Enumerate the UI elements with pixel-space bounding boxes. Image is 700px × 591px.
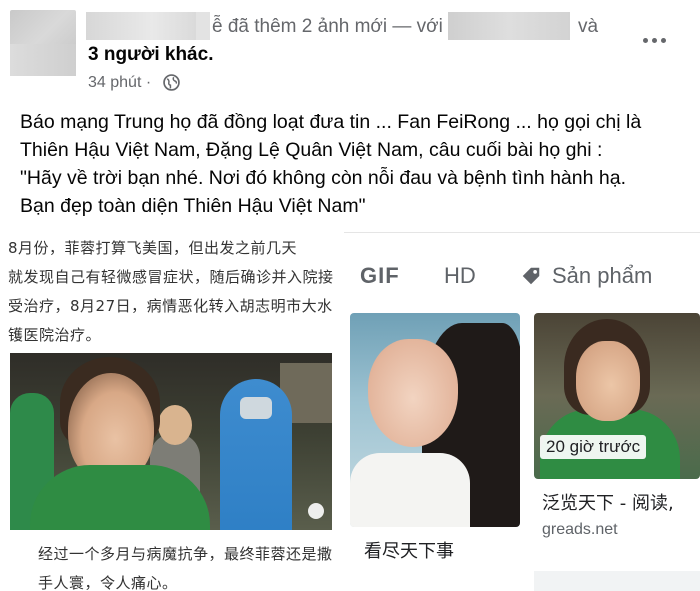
- post-photo-article[interactable]: 8月份，菲蓉打算飞美国，但出发之前几天 就发现自己有轻微感冒症状，随后确诊并入院…: [0, 230, 340, 591]
- portrait-ao-dai: [350, 453, 470, 527]
- bystander-middle-head: [158, 405, 192, 445]
- post-timestamp[interactable]: 34 phút ·: [88, 74, 151, 92]
- video-badge-icon: [308, 503, 324, 519]
- author-name-redacted-tail: [196, 12, 210, 40]
- filter-product-label: Sản phẩm: [552, 263, 653, 288]
- tagged-name-redacted[interactable]: [448, 12, 570, 40]
- filter-product[interactable]: Sản phẩm: [520, 263, 652, 289]
- photo-face: [576, 341, 640, 421]
- result-caption-left[interactable]: 看尽天下事: [364, 537, 454, 563]
- result-time-badge: 20 giờ trước: [540, 435, 647, 459]
- result-card-left[interactable]: [350, 313, 520, 527]
- portrait-face: [368, 339, 458, 447]
- and-text: và: [578, 16, 599, 37]
- more-options-button[interactable]: [636, 26, 672, 54]
- post-line: Báo mạng Trung họ đã đồng loạt đưa tin .…: [20, 111, 642, 133]
- article-line: 经过一个多月与病魔抗争，最终菲蓉还是撒: [38, 545, 333, 563]
- post-body: Báo mạng Trung họ đã đồng loạt đưa tin .…: [20, 108, 690, 220]
- article-photo: [10, 353, 332, 530]
- post-header: ễ đã thêm 2 ảnh mới — với và 3 người khá…: [0, 0, 700, 100]
- main-person-shirt: [30, 465, 210, 530]
- article-line: 8月份，菲蓉打算飞美国，但出发之前几天: [8, 239, 298, 257]
- filter-gif[interactable]: GIF: [360, 263, 400, 289]
- article-text-top: 8月份，菲蓉打算飞美国，但出发之前几天 就发现自己有轻微感冒症状，随后确诊并入院…: [8, 234, 338, 350]
- result-caption-right[interactable]: 泛览天下 - 阅读,: [542, 489, 674, 515]
- medical-worker-visor: [240, 397, 272, 419]
- more-dot: [660, 37, 666, 43]
- article-line: 受治疗，8月27日，病情恶化转入胡志明市大水: [8, 297, 333, 315]
- result-card-right[interactable]: 20 giờ trước: [534, 313, 700, 479]
- post-action-text: ễ đã thêm 2 ảnh mới — với: [212, 16, 443, 37]
- tag-icon: [522, 267, 540, 285]
- result-source-right: greads.net: [542, 521, 618, 538]
- filter-hd[interactable]: HD: [444, 263, 476, 289]
- article-text-bottom: 经过一个多月与病魔抗争，最终菲蓉还是撒 手人寰，令人痛心。: [38, 540, 338, 591]
- article-line: 手人寰，令人痛心。: [38, 574, 178, 591]
- post-photo-search-results[interactable]: GIF HD Sản phẩm 看尽天下事 20 giờ trước 泛览天下 …: [344, 232, 700, 591]
- avatar[interactable]: [10, 10, 76, 76]
- post-line: "Hãy về trời bạn nhé. Nơi đó không còn n…: [20, 167, 626, 189]
- next-result-hint: [534, 571, 700, 591]
- post-line: Thiên Hậu Việt Nam, Đặng Lệ Quân Việt Na…: [20, 139, 603, 161]
- more-options-icon: [642, 37, 648, 43]
- article-line: 就发现自己有轻微感冒症状，随后确诊并入院接: [8, 268, 334, 286]
- search-filter-bar: GIF HD Sản phẩm: [344, 233, 700, 313]
- more-dot: [651, 37, 657, 43]
- post-line: Bạn đẹp toàn diện Thiên Hậu Việt Nam": [20, 195, 366, 217]
- author-name-redacted[interactable]: [86, 12, 196, 40]
- globe-icon: [163, 74, 180, 91]
- others-link[interactable]: 3 người khác.: [88, 44, 213, 66]
- article-line: 镬医院治疗。: [8, 326, 102, 344]
